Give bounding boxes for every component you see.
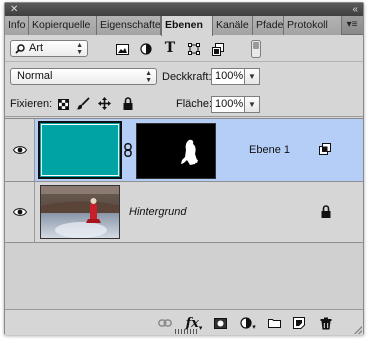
blend-mode-select[interactable]: Normal ▲ ▼ [10,68,157,85]
link-layers-icon [319,143,331,155]
eye-icon[interactable] [13,207,27,217]
tab-eigenschaften[interactable]: Eigenschaften [97,16,161,35]
chevron-updown-icon: ▲ ▼ [145,70,152,84]
search-icon [15,44,25,54]
chevron-updown-icon: ▲ ▼ [76,42,83,56]
new-layer-icon[interactable] [292,316,306,330]
layer-row-ebene-1[interactable]: Ebene 1 [5,119,363,182]
blend-mode-value: Normal [17,70,53,82]
eye-icon[interactable] [13,145,27,155]
opacity-input[interactable]: 100% [211,68,245,85]
visibility-column [5,182,35,242]
type-layer-filter-icon[interactable]: T [163,40,177,56]
chain-link-icon[interactable] [124,143,132,157]
tab-bar: Info Kopierquelle Eigenschaften Ebenen K… [5,16,363,36]
layers-panel: ✕ « Info Kopierquelle Eigenschaften Eben… [4,2,364,335]
fill-dropdown-button[interactable]: ▼ [245,96,260,113]
tab-protokoll[interactable]: Protokoll [284,16,342,35]
fill-label: Fläche: [176,98,213,110]
pixel-layer-filter-icon[interactable] [115,42,129,56]
shape-layer-filter-icon[interactable] [187,42,201,56]
close-icon[interactable]: ✕ [10,4,18,15]
lock-label: Fixieren: [10,98,53,110]
panel-titlebar: ✕ « [5,3,363,16]
resize-grip-bottom[interactable] [175,329,197,334]
layer-thumbnail-photo[interactable] [40,185,120,239]
lock-row: Fixieren: Fläche: 100% ▼ [5,91,363,117]
filter-row: Art ▲ ▼ T [5,36,363,62]
fx-icon[interactable]: fx ▾ [184,316,204,332]
lock-image-pixels-icon[interactable] [76,96,90,110]
lock-icon [321,205,331,218]
layer-row-hintergrund[interactable]: Hintergrund [5,182,363,243]
fill-input[interactable]: 100% [211,96,245,113]
background-photo-image [41,186,119,238]
smart-object-filter-icon[interactable] [211,42,225,56]
resize-grip-corner[interactable] [354,326,362,334]
mask-silhouette-icon [181,139,198,165]
blend-row: Normal ▲ ▼ Deckkraft: 100% ▼ [5,63,363,91]
tab-ebenen[interactable]: Ebenen [161,16,213,36]
opacity-label: Deckkraft: [162,71,212,83]
layer-name[interactable]: Hintergrund [129,206,186,219]
new-adjustment-layer-icon[interactable]: ▾ [239,316,257,331]
layer-thumbnail-color-fill[interactable] [38,121,122,179]
panel-menu-icon[interactable]: ▾≡ [345,19,359,31]
collapse-icon[interactable]: « [352,4,358,15]
tab-kopierquelle[interactable]: Kopierquelle [29,16,97,35]
filter-kind-value: Art [29,42,44,54]
layer-mask-thumbnail[interactable] [136,123,216,179]
lock-position-icon[interactable] [97,96,111,110]
link-layers-icon[interactable] [158,316,172,330]
tab-info[interactable]: Info [5,16,29,35]
layer-name[interactable]: Ebene 1 [249,144,290,157]
tab-pfade[interactable]: Pfade [253,16,284,35]
adjustment-layer-filter-icon[interactable] [139,42,153,56]
new-group-icon[interactable] [267,316,281,330]
panel-footer: fx ▾ ▾ [5,309,363,335]
lock-transparent-pixels-icon[interactable] [56,97,70,111]
delete-layer-icon[interactable] [319,316,333,330]
filter-kind-select[interactable]: Art ▲ ▼ [10,40,88,57]
filter-toggle-switch[interactable] [251,40,261,58]
layers-list: Ebene 1 Hintergrund [5,118,363,309]
add-mask-icon[interactable] [213,316,227,330]
lock-all-icon[interactable] [121,96,135,110]
visibility-column [5,119,35,181]
opacity-dropdown-button[interactable]: ▼ [245,68,260,85]
tab-kanaele[interactable]: Kanäle [213,16,253,35]
